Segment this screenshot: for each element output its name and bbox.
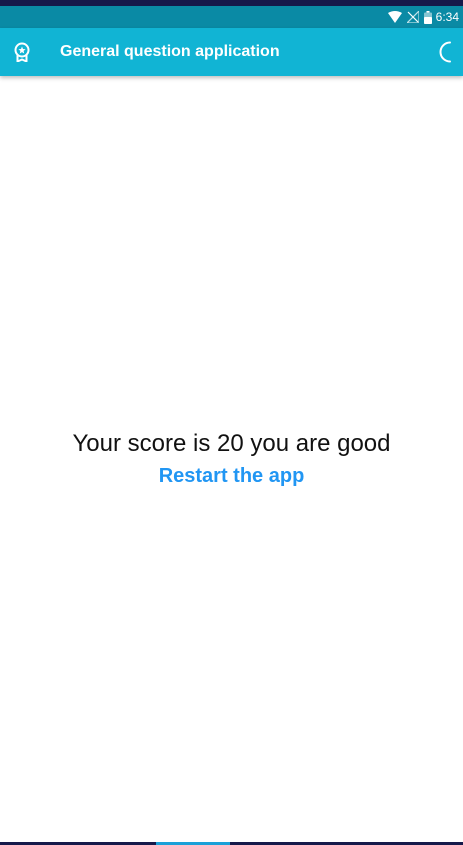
wifi-icon [387,11,402,23]
page-title: General question application [60,43,280,60]
app-bar: General question application [0,28,463,76]
moon-icon[interactable] [427,28,463,76]
status-time: 6:34 [435,10,459,24]
award-badge-icon[interactable] [0,28,44,76]
battery-icon [423,10,432,24]
score-text: Your score is 20 you are good [72,430,391,457]
status-bar: 6:34 [0,6,463,28]
signal-off-icon [406,11,419,23]
result-panel: Your score is 20 you are good Restart th… [0,76,463,842]
restart-button[interactable]: Restart the app [159,464,305,488]
